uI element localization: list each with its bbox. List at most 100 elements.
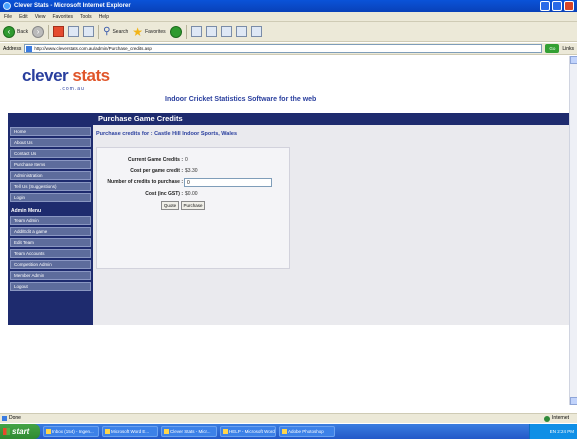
maximize-button[interactable] (552, 1, 562, 11)
star-icon: ★ (132, 24, 144, 39)
close-button[interactable] (564, 1, 574, 11)
taskbar-item-ie[interactable]: Clever Stats - Micr... (161, 426, 217, 437)
favorites-button[interactable]: ★ Favorites (132, 24, 165, 40)
sidebar: Home About Us Contact Us Purchase Items … (8, 125, 93, 325)
menu-edit[interactable]: Edit (19, 14, 28, 20)
page-icon (26, 46, 33, 52)
browser-toolbar: ‹ Back › ⚲ Search ★ Favorites (0, 22, 577, 42)
quote-button[interactable]: Quote (161, 201, 179, 210)
home-button[interactable] (83, 26, 95, 37)
menu-tools[interactable]: Tools (80, 14, 92, 20)
admin-menu-heading: Admin Menu (11, 208, 41, 214)
word-icon (105, 429, 110, 434)
minimize-button[interactable] (540, 1, 550, 11)
site-tagline: Indoor Cricket Statistics Software for t… (165, 96, 317, 103)
photoshop-icon (282, 429, 287, 434)
system-tray-clock[interactable]: EN 2:24 PM (529, 424, 577, 439)
address-input[interactable]: http://www.cleverstats.com.au/admin/Purc… (24, 44, 543, 53)
start-label: start (12, 427, 30, 436)
status-bar: Done Internet (0, 413, 577, 423)
address-url: http://www.cleverstats.com.au/admin/Purc… (34, 46, 152, 51)
start-button[interactable]: start (0, 424, 40, 439)
logo-domain: .com.au (60, 86, 85, 92)
forward-button[interactable]: › (32, 25, 45, 38)
total-cost-row: Cost (inc GST) : $0.00 (97, 190, 291, 200)
sidebar-item-about-us[interactable]: About Us (10, 138, 91, 147)
menu-view[interactable]: View (35, 14, 46, 20)
sidebar-item-contact-us[interactable]: Contact Us (10, 149, 91, 158)
page-viewport: clever stats .com.au Indoor Cricket Stat… (0, 56, 569, 405)
sidebar-item-purchase-items[interactable]: Purchase Items (10, 160, 91, 169)
logo-text-accent: stats (72, 66, 110, 85)
toolbar-divider (98, 24, 100, 39)
search-button[interactable]: ⚲ Search (103, 24, 128, 40)
total-cost-value: $0.00 (185, 191, 198, 197)
sidebar-item-edit-team[interactable]: Edit Team (10, 238, 91, 247)
go-button[interactable]: Go (545, 44, 560, 53)
discuss-button[interactable] (250, 26, 262, 37)
search-icon: ⚲ (103, 26, 111, 37)
menu-favorites[interactable]: Favorites (52, 14, 73, 20)
scroll-up-arrow-icon[interactable] (570, 56, 577, 64)
current-credits-value: 0 (185, 157, 188, 163)
total-cost-label: Cost (inc GST) : (145, 191, 183, 197)
sidebar-item-login[interactable]: Login (10, 193, 91, 202)
taskbar-item-outlook[interactable]: Inbox (154) - Ingen... (43, 426, 99, 437)
refresh-button[interactable] (68, 26, 80, 37)
stop-button[interactable] (53, 26, 65, 37)
sidebar-item-team-admin[interactable]: Team Admin (10, 216, 91, 225)
taskbar-item-photoshop[interactable]: Adobe Photoshop (279, 426, 335, 437)
sidebar-item-add-edit-game[interactable]: Add/Edit a game (10, 227, 91, 236)
cost-per-credit-row: Cost per game credit : $3.30 (97, 167, 291, 177)
cost-per-credit-value: $3.30 (185, 168, 198, 174)
back-button[interactable]: ‹ Back (3, 24, 28, 40)
internet-explorer-icon (164, 429, 169, 434)
sidebar-item-team-accounts[interactable]: Team Accounts (10, 249, 91, 258)
sidebar-item-member-admin[interactable]: Member Admin (10, 271, 91, 280)
purchase-form: Current Game Credits : 0 Cost per game c… (96, 147, 290, 269)
credits-quantity-label: Number of credits to purchase : (107, 179, 183, 185)
page-status-icon (2, 416, 7, 421)
windows-taskbar: start Inbox (154) - Ingen... Microsoft W… (0, 424, 577, 439)
sidebar-item-logout[interactable]: Logout (10, 282, 91, 291)
status-text: Done (9, 415, 21, 421)
internet-explorer-icon (3, 2, 11, 10)
mail-button[interactable] (205, 26, 217, 37)
address-bar: Address http://www.cleverstats.com.au/ad… (0, 43, 577, 55)
site-logo[interactable]: clever stats (22, 66, 110, 86)
window-controls (540, 1, 574, 11)
menu-help[interactable]: Help (99, 14, 109, 20)
links-button[interactable]: Links (562, 46, 574, 52)
internet-zone-icon (544, 416, 551, 422)
credits-quantity-input[interactable]: 0 (184, 178, 272, 187)
taskbar-item-word[interactable]: Microsoft Word E... (102, 426, 158, 437)
cost-per-credit-label: Cost per game credit : (130, 168, 183, 174)
purchase-button[interactable]: Purchase (181, 201, 205, 210)
current-credits-label: Current Game Credits : (127, 157, 183, 163)
history-button[interactable] (190, 26, 202, 37)
taskbar-item-help-doc[interactable]: HELP - Microsoft Word (220, 426, 276, 437)
content-title: Purchase credits for : Castle Hill Indoo… (96, 131, 237, 137)
sidebar-item-home[interactable]: Home (10, 127, 91, 136)
scroll-down-arrow-icon[interactable] (570, 397, 577, 405)
window-title-bar: Clever Stats - Microsoft Internet Explor… (0, 0, 577, 12)
address-label: Address (3, 45, 22, 52)
sidebar-item-competition-admin[interactable]: Competition Admin (10, 260, 91, 269)
vertical-scrollbar[interactable] (569, 56, 577, 405)
menu-file[interactable]: File (4, 14, 12, 20)
logo-text-main: clever (22, 66, 69, 85)
menu-bar: File Edit View Favorites Tools Help (0, 12, 577, 22)
page-banner: Purchase Game Credits (8, 113, 569, 125)
window-title: Clever Stats - Microsoft Internet Explor… (14, 3, 131, 9)
back-arrow-icon: ‹ (3, 25, 15, 38)
word-icon (223, 429, 228, 434)
sidebar-item-administration[interactable]: Administration (10, 171, 91, 180)
media-button[interactable] (169, 25, 182, 38)
toolbar-divider (48, 24, 50, 39)
credits-quantity-row: Number of credits to purchase : 0 (97, 178, 291, 188)
print-button[interactable] (220, 26, 232, 37)
windows-logo-icon (3, 428, 10, 435)
sidebar-item-suggestions[interactable]: Tell Us (Suggestions) (10, 182, 91, 191)
edit-button[interactable] (235, 26, 247, 37)
form-buttons-row: Quote Purchase (97, 201, 291, 211)
